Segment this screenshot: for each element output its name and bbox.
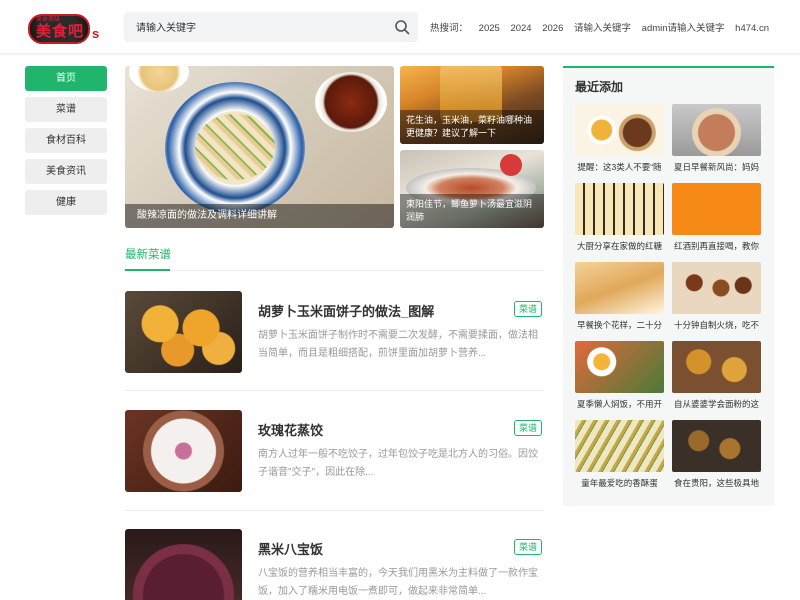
recent-item-thumbnail[interactable] [575,262,664,314]
recent-item-thumbnail[interactable] [575,183,664,235]
recipe-card[interactable]: 玫瑰花蒸饺 菜谱 南方人过年一般不吃饺子，过年包饺子吃是北方人的习俗。因饺子谐音… [125,410,544,492]
nav-item-food-news[interactable]: 美食资讯 [25,159,107,184]
section-divider [125,270,544,271]
recent-item-caption[interactable]: 食在贵阳，这些极具地 [672,477,761,489]
hot-search-label: 热搜词： [430,23,469,34]
hero-side-image-flower [500,154,522,176]
recent-item-caption[interactable]: 早餐换个花样，二十分 [575,319,664,331]
hero-side-caption-1[interactable]: 花生油，玉米油，菜籽油哪种油更健康？建议了解一下 [400,110,544,144]
search-box[interactable]: 请输入关键字 [124,12,418,42]
recent-item-caption[interactable]: 十分钟自制火烧，吃不 [672,319,761,331]
recipe-category-tag[interactable]: 菜谱 [514,420,542,436]
recent-item-caption[interactable]: 大厨分享在家做的红糖 [575,240,664,252]
recipe-description: 八宝饭的营养相当丰富的，今天我们用黑米为主料做了一款作宝饭，加入了糯米用电饭一煮… [258,568,538,597]
nav-item-ingredients[interactable]: 食材百科 [25,128,107,153]
recent-item-caption[interactable]: 童年最爱吃的香酥蛋 [575,477,664,489]
recent-item-caption[interactable]: 自从婆婆学会面粉的这 [672,398,761,410]
recent-item[interactable]: 红酒别再直接喝，教你 [672,183,761,252]
logo-text: 美食吧 [36,23,85,40]
recent-item-thumbnail[interactable] [575,104,664,156]
recent-item[interactable]: 早餐换个花样，二十分 [575,262,664,331]
tab-latest-recipes[interactable]: 最新菜谱 [125,246,171,262]
recent-item-thumbnail[interactable] [672,420,761,472]
recipe-card[interactable]: 黑米八宝饭 菜谱 八宝饭的营养相当丰富的，今天我们用黑米为主料做了一款作宝饭，加… [125,529,544,600]
hot-word-link[interactable]: 2025 [479,23,500,34]
logo-suffix: s [92,26,100,41]
tab-active-underline [125,269,170,271]
search-input[interactable]: 请输入关键字 [136,19,196,34]
recent-item-thumbnail[interactable] [575,420,664,472]
recipe-divider [125,510,544,511]
recent-item[interactable]: 夏季懒人焖饭，不用开 [575,341,664,410]
recipe-title[interactable]: 黑米八宝饭 [258,539,323,558]
recently-added-panel: 最近添加 提醒：这3类人不要“随 夏日早餐新风尚：妈妈 大厨分享在家做的红糖 红… [563,66,774,506]
hot-word-link[interactable]: admin请输入关键字 [642,23,725,34]
recent-item-thumbnail[interactable] [672,262,761,314]
recipe-thumbnail[interactable] [125,291,242,373]
hero-image-noodles [195,114,275,180]
recent-item-thumbnail[interactable] [672,341,761,393]
hero-main-banner[interactable]: 酸辣凉面的做法及调料详细讲解 [125,66,394,228]
recent-item[interactable]: 自从婆婆学会面粉的这 [672,341,761,410]
hero-image-sauce [315,72,387,132]
recent-item[interactable]: 童年最爱吃的香酥蛋 [575,420,664,489]
hot-word-link[interactable]: h474.cn [735,23,769,34]
hot-word-link[interactable]: 2024 [510,23,531,34]
recipe-category-tag[interactable]: 菜谱 [514,539,542,555]
nav-item-health[interactable]: 健康 [25,190,107,215]
recipe-title[interactable]: 胡萝卜玉米面饼子的做法_图解 [258,301,434,320]
hero-side-banner-2[interactable]: 柬阳佳节，鲫鱼萝卜汤最宜滋阴润肺 [400,150,544,228]
recent-item[interactable]: 夏日早餐新风尚：妈妈 [672,104,761,173]
site-logo[interactable]: 美食美味 美食吧 s [28,14,100,46]
site-header: 美食美味 美食吧 s 请输入关键字 热搜词： 2025 2024 2026 请输… [0,0,800,54]
recent-item[interactable]: 提醒：这3类人不要“随 [575,104,664,173]
recipe-title[interactable]: 玫瑰花蒸饺 [258,420,323,439]
recent-item[interactable]: 食在贵阳，这些极具地 [672,420,761,489]
recent-item-thumbnail[interactable] [672,183,761,235]
recent-item-thumbnail[interactable] [575,341,664,393]
search-icon[interactable] [394,19,410,35]
hero-main-caption[interactable]: 酸辣凉面的做法及调料详细讲解 [125,204,394,228]
nav-item-recipes[interactable]: 菜谱 [25,97,107,122]
hot-word-link[interactable]: 请输入关键字 [574,23,631,34]
recipe-divider [125,390,544,391]
recipe-thumbnail[interactable] [125,410,242,492]
recipe-description: 胡萝卜玉米面饼子制作时不需要二次发酵，不需要揉面，做法相当简单，而且是粗细搭配，… [258,330,538,359]
recent-item-caption[interactable]: 提醒：这3类人不要“随 [575,161,664,173]
recipe-thumbnail[interactable] [125,529,242,600]
recipe-card[interactable]: 胡萝卜玉米面饼子的做法_图解 菜谱 胡萝卜玉米面饼子制作时不需要二次发酵，不需要… [125,291,544,373]
category-nav: 首页 菜谱 食材百科 美食资讯 健康 [25,66,107,221]
hero-image-bowl [129,66,189,92]
hot-search-words: 热搜词： 2025 2024 2026 请输入关键字 admin请输入关键字 h… [430,20,777,34]
hot-word-link[interactable]: 2026 [542,23,563,34]
recent-item-caption[interactable]: 夏季懒人焖饭，不用开 [575,398,664,410]
recent-item[interactable]: 十分钟自制火烧，吃不 [672,262,761,331]
recipe-category-tag[interactable]: 菜谱 [514,301,542,317]
recent-item[interactable]: 大厨分享在家做的红糖 [575,183,664,252]
recent-item-caption[interactable]: 夏日早餐新风尚：妈妈 [672,161,761,173]
hero-side-banner-1[interactable]: 花生油，玉米油，菜籽油哪种油更健康？建议了解一下 [400,66,544,144]
hero-side-caption-2[interactable]: 柬阳佳节，鲫鱼萝卜汤最宜滋阴润肺 [400,194,544,228]
recent-item-thumbnail[interactable] [672,104,761,156]
recipe-description: 南方人过年一般不吃饺子，过年包饺子吃是北方人的习俗。因饺子谐音"交子"，因此在除… [258,449,538,478]
panel-title: 最近添加 [575,80,624,94]
recent-item-caption[interactable]: 红酒别再直接喝，教你 [672,240,761,252]
nav-item-home[interactable]: 首页 [25,66,107,91]
